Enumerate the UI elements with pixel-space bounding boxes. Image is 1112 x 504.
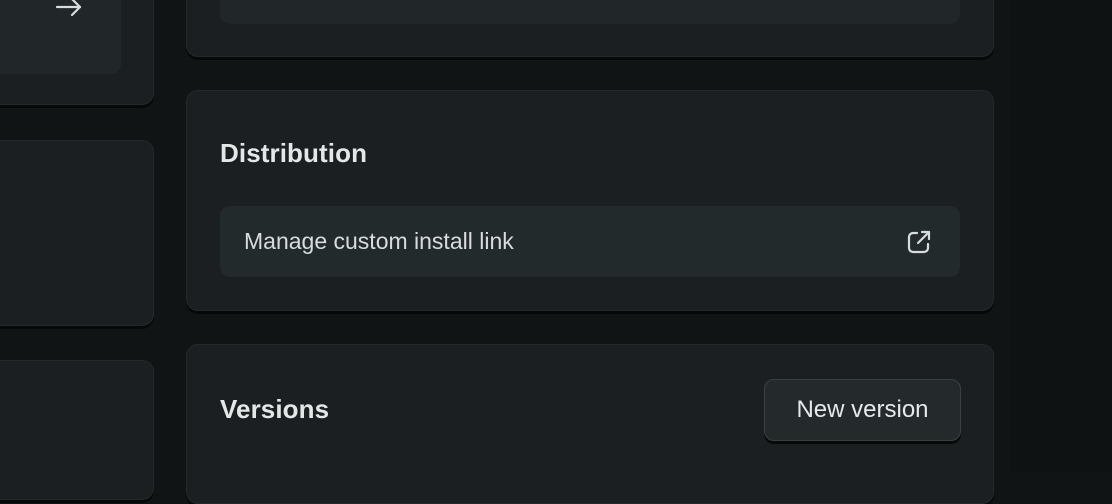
left-card-top — [0, 0, 154, 105]
manage-install-link-label: Manage custom install link — [244, 228, 514, 254]
distribution-title: Distribution — [220, 138, 368, 168]
top-card-row — [220, 0, 960, 24]
versions-title: Versions — [220, 394, 330, 424]
page-gutter — [1010, 0, 1112, 472]
left-card-bottom — [0, 360, 154, 500]
manage-install-link-row[interactable]: Manage custom install link — [220, 206, 960, 277]
left-card-middle — [0, 140, 154, 326]
external-link-icon — [904, 227, 934, 257]
top-card — [186, 0, 994, 57]
left-card-action-tile[interactable] — [0, 0, 121, 74]
new-version-button[interactable]: New version — [764, 379, 961, 441]
versions-card: Versions New version — [186, 344, 994, 504]
arrow-right-icon[interactable] — [55, 0, 83, 19]
distribution-card: Distribution Manage custom install link — [186, 90, 994, 311]
